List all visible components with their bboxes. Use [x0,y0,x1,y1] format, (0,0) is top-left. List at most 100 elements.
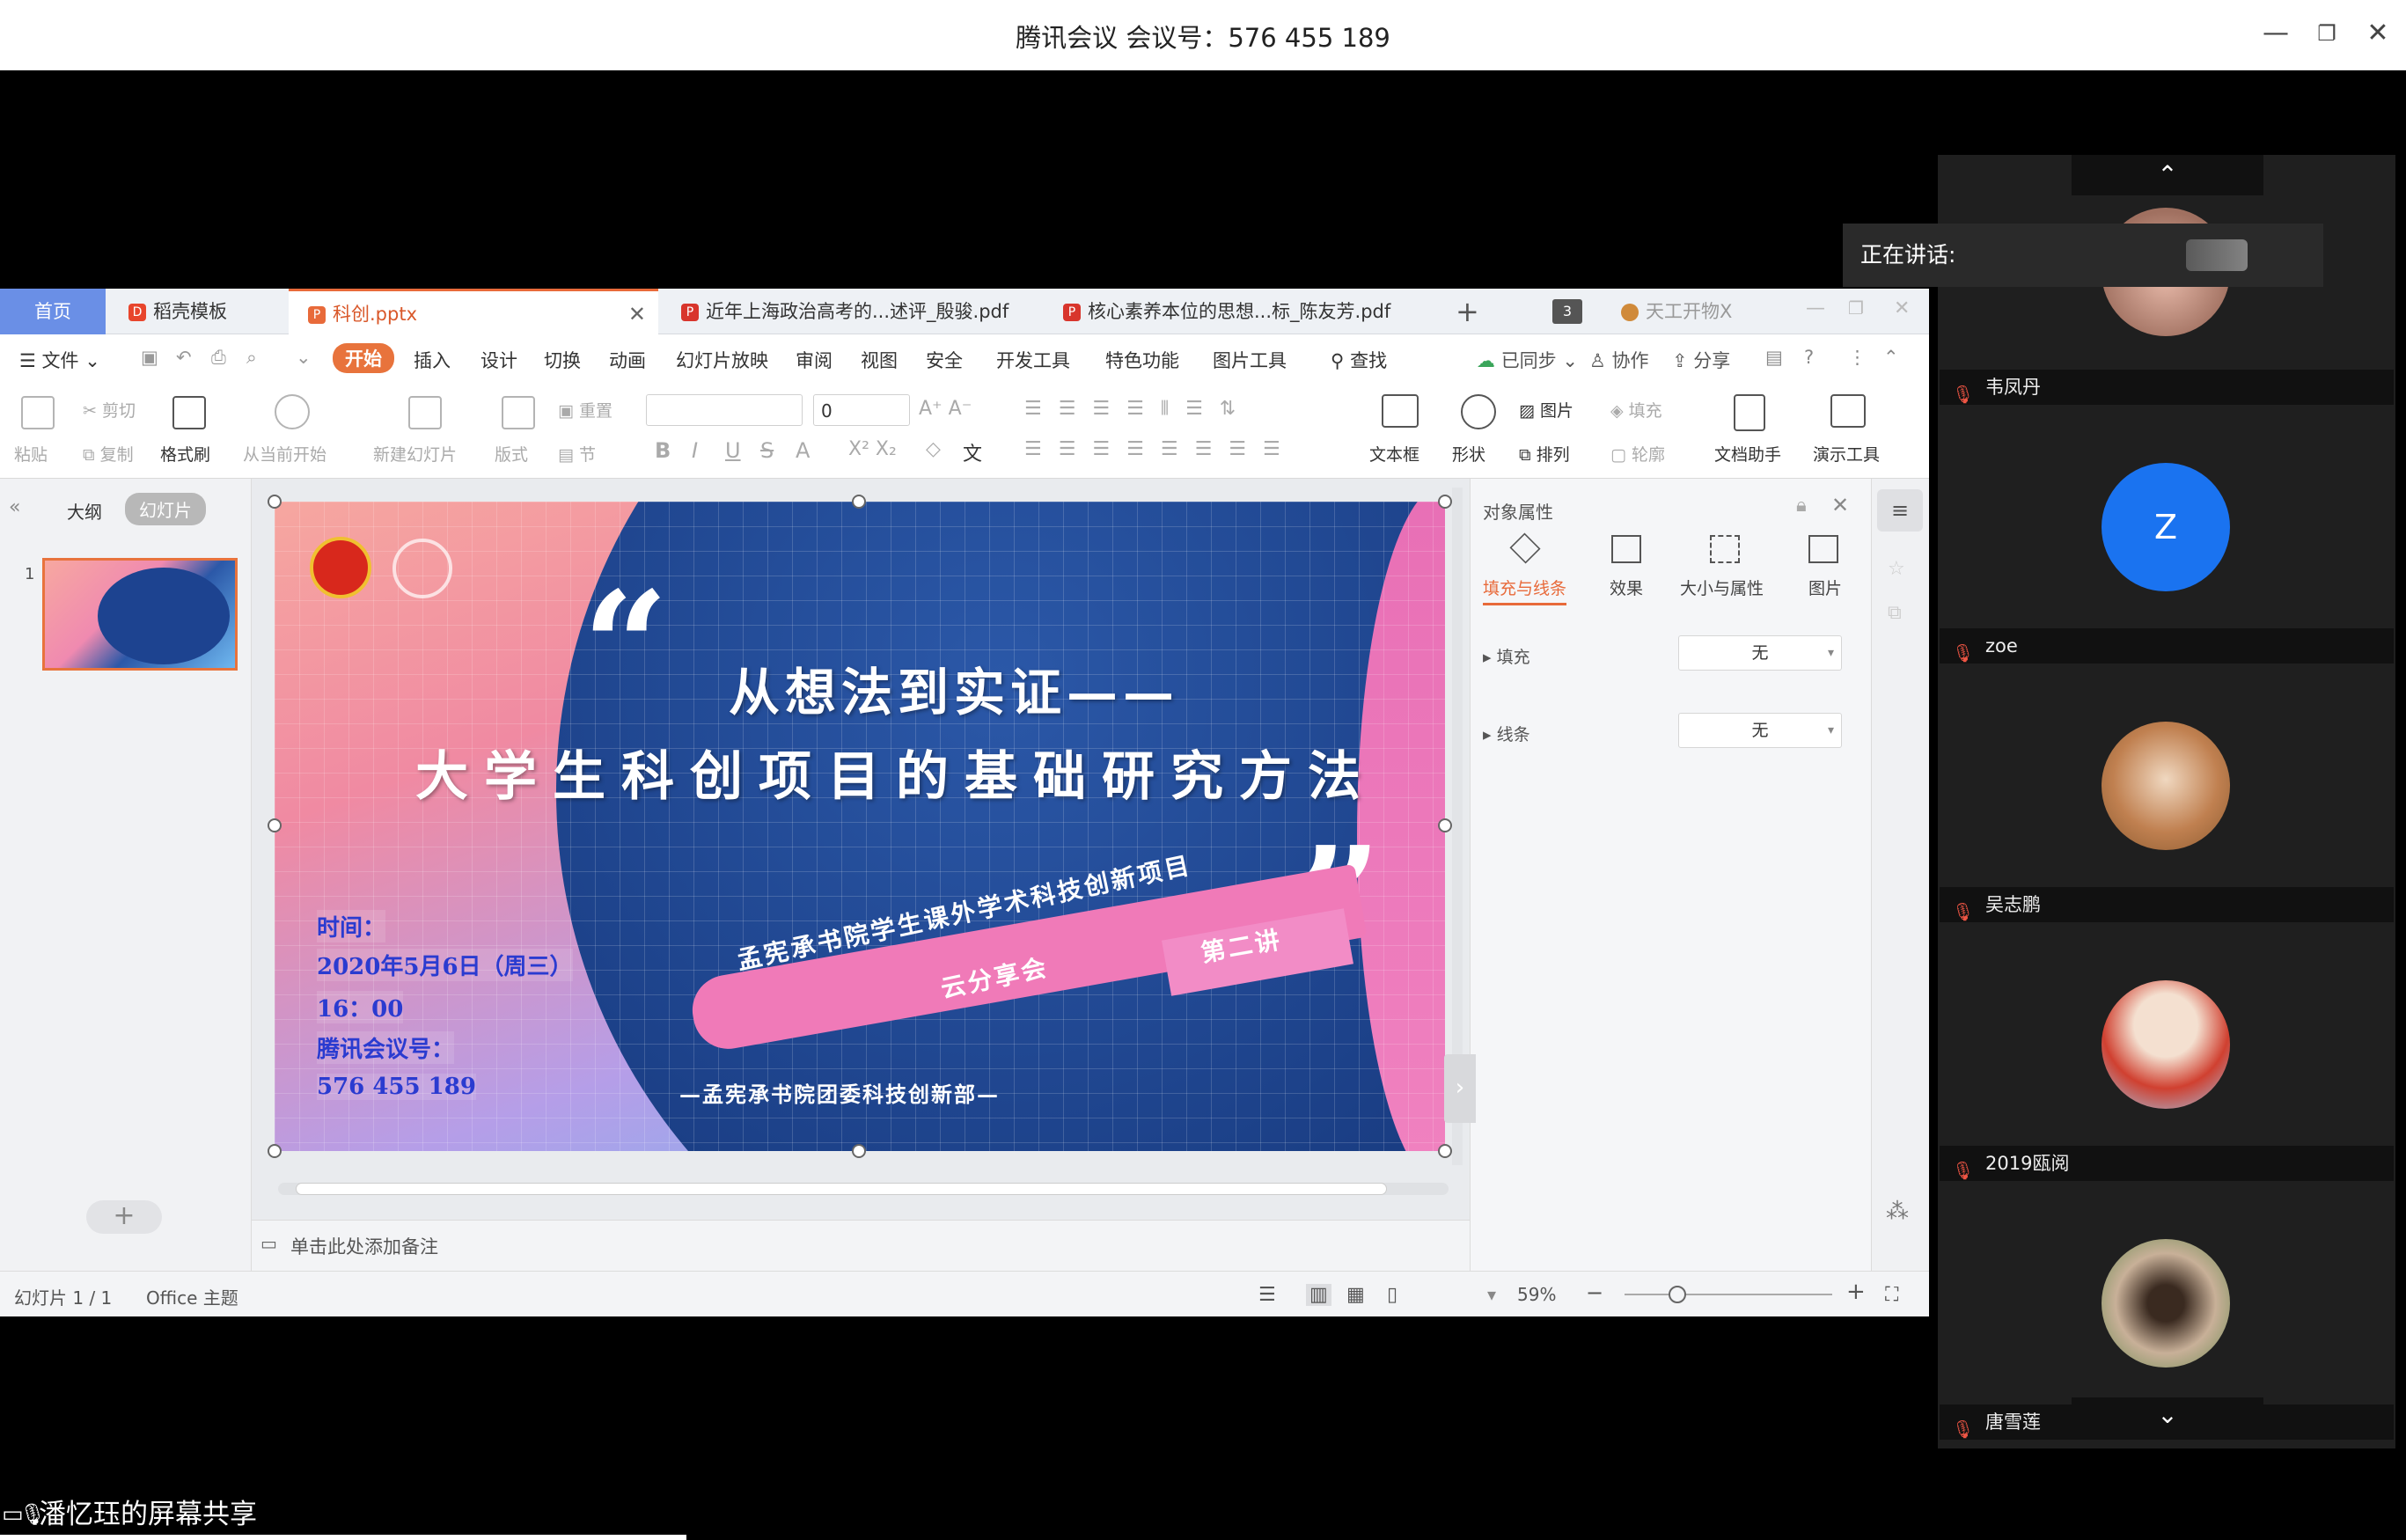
tab-size[interactable]: 大小与属性 [1680,576,1764,599]
restore-icon[interactable]: ❐ [2311,18,2343,49]
resize-handle[interactable] [852,495,866,509]
scrollbar-thumb[interactable] [296,1183,1387,1195]
format-painter-icon[interactable] [172,396,206,429]
comment-icon[interactable]: ▤ [1765,347,1783,368]
list-icons[interactable]: ☰ ☰ ☰ ☰ ⫴ ☰ ⇅ [1024,398,1241,420]
clear-format-icon[interactable]: ◇ [926,438,941,460]
resize-handle[interactable] [268,818,282,832]
tab-count-badge[interactable]: 3 [1552,299,1582,324]
fill-button[interactable]: ◈ 填充 [1610,398,1662,422]
sorter-view-icon[interactable]: ▦ [1346,1284,1365,1306]
shape-icon[interactable] [1461,394,1496,429]
scroll-down-icon[interactable]: ⌄ [2072,1397,2263,1438]
tab-fill-line[interactable]: 填充与线条 [1483,576,1567,605]
tab-pdf-chenyoufang[interactable]: P 核心素养本位的思想...标_陈友芳.pdf [1044,289,1422,334]
superscript-icon[interactable]: X² X₂ [848,438,897,460]
text-effect-icon[interactable]: 文 [963,438,982,466]
menu-developer[interactable]: 开发工具 [996,347,1070,373]
slides-tab[interactable]: 幻灯片 [125,493,206,525]
quick-access-chevron-icon[interactable]: ⌄ [296,347,312,368]
align-icons[interactable]: ☰ ☰ ☰ ☰ ☰ ☰ ☰ ☰ [1024,438,1286,460]
menu-animation[interactable]: 动画 [609,347,646,373]
print-icon[interactable]: ⎙ [211,347,226,369]
italic-icon[interactable]: I [692,438,698,463]
menu-view[interactable]: 视图 [861,347,898,373]
resize-handle[interactable] [1438,495,1452,509]
paste-icon[interactable] [21,396,55,429]
add-slide-button[interactable]: + [86,1200,162,1234]
panel-close-icon[interactable]: ✕ [1831,493,1849,517]
zoom-slider-thumb[interactable] [1669,1286,1686,1303]
search-button[interactable]: ⚲ 查找 [1331,347,1387,373]
minimize-icon[interactable]: — [2260,18,2292,49]
resize-handle[interactable] [268,495,282,509]
textbox-icon[interactable] [1382,394,1419,428]
tab-home[interactable]: 首页 [0,289,106,334]
bold-icon[interactable]: B [655,438,671,463]
horizontal-scrollbar[interactable] [278,1183,1449,1195]
copy-button[interactable]: ⧉ 复制 [83,442,134,466]
layout-button[interactable]: 版式 [495,442,528,466]
arrange-button[interactable]: ⧉ 排列 [1519,442,1570,466]
doc-helper-button[interactable]: 文档助手 [1714,442,1781,466]
wps-minimize-icon[interactable]: — [1806,297,1825,319]
underline-icon[interactable]: U [725,438,741,463]
reading-view-icon[interactable]: ▯ [1387,1284,1397,1306]
undo-icon[interactable]: ↶ [176,347,192,368]
wps-close-icon[interactable]: ✕ [1894,297,1910,319]
menu-features[interactable]: 特色功能 [1105,347,1179,373]
format-painter-button[interactable]: 格式刷 [160,442,210,466]
paste-button[interactable]: 粘贴 [14,442,48,466]
slide-canvas[interactable]: “ ” 从想法到实证—— 大学生科创项目的基础研究方法 孟宪承书院学生课外学术科… [275,502,1445,1151]
strikethrough-icon[interactable]: S [760,438,774,463]
participant-tile[interactable]: Z 🎙︎ zoe [1938,454,2395,713]
tab-picture[interactable]: 图片 [1808,576,1842,599]
scroll-up-icon[interactable]: ⌃ [2072,155,2263,195]
resize-handle[interactable] [1438,1144,1452,1158]
present-tools-button[interactable]: 演示工具 [1813,442,1880,466]
reset-button[interactable]: ▣ 重置 [558,398,613,422]
font-size-input[interactable]: 0 [813,394,910,426]
shape-button[interactable]: 形状 [1452,442,1485,466]
present-tools-icon[interactable] [1830,394,1866,428]
menu-home[interactable]: 开始 [333,343,394,373]
play-dropdown-icon[interactable]: ▾ [1487,1284,1496,1305]
line-section[interactable]: ▸ 线条 [1483,722,1530,745]
line-select[interactable]: 无 ▾ [1678,713,1842,748]
font-color-icon[interactable]: A [796,438,810,463]
help-icon[interactable]: ? [1804,347,1814,368]
menu-design[interactable]: 设计 [480,347,517,373]
zoom-in-icon[interactable]: + [1846,1279,1866,1305]
preview-icon[interactable]: ⌕ [246,347,257,369]
share-button[interactable]: ⇪ 分享 [1672,347,1730,373]
doc-helper-icon[interactable] [1734,394,1765,431]
resize-handle[interactable] [852,1144,866,1158]
font-name-input[interactable] [646,394,803,426]
more-icon[interactable]: ⋮ [1848,347,1867,368]
participant-tile[interactable]: 🎙︎ 2019瓯阅 [1938,972,2395,1230]
wps-restore-icon[interactable]: ❐ [1848,297,1864,319]
menu-transition[interactable]: 切换 [544,347,581,373]
tab-kechuang-pptx[interactable]: P 科创.pptx ✕ [289,289,658,334]
outline-tab[interactable]: 大纲 [67,498,102,524]
close-icon[interactable]: ✕ [2362,18,2394,49]
collapse-ribbon-icon[interactable]: ⌃ [1883,347,1899,368]
participant-tile[interactable]: 🎙︎ 唐雪莲 [1938,1230,2395,1489]
properties-icon[interactable]: ≡ [1877,489,1923,532]
menu-security[interactable]: 安全 [926,347,963,373]
zoom-slider[interactable] [1625,1294,1832,1295]
zoom-level[interactable]: 59% [1517,1284,1556,1305]
tab-docer-templates[interactable]: D 稻壳模板 [109,289,285,334]
font-grow-icon[interactable]: A⁺ A⁻ [919,398,972,420]
cut-button[interactable]: ✂ 剪切 [83,398,136,422]
new-slide-button[interactable]: 新建幻灯片 [373,442,457,466]
outline-button[interactable]: ▢ 轮廓 [1610,442,1665,466]
play-icon[interactable] [275,394,310,429]
lock-icon[interactable]: 🔒︎ [1796,495,1807,517]
new-tab-button[interactable]: + [1436,289,1480,334]
resize-handle[interactable] [268,1144,282,1158]
fill-section[interactable]: ▸ 填充 [1483,644,1530,668]
slide-thumbnail[interactable] [42,558,238,671]
grid-menu-icon[interactable]: ⁂ [1886,1199,1909,1225]
layers-icon[interactable]: ⧉ [1888,602,1902,624]
